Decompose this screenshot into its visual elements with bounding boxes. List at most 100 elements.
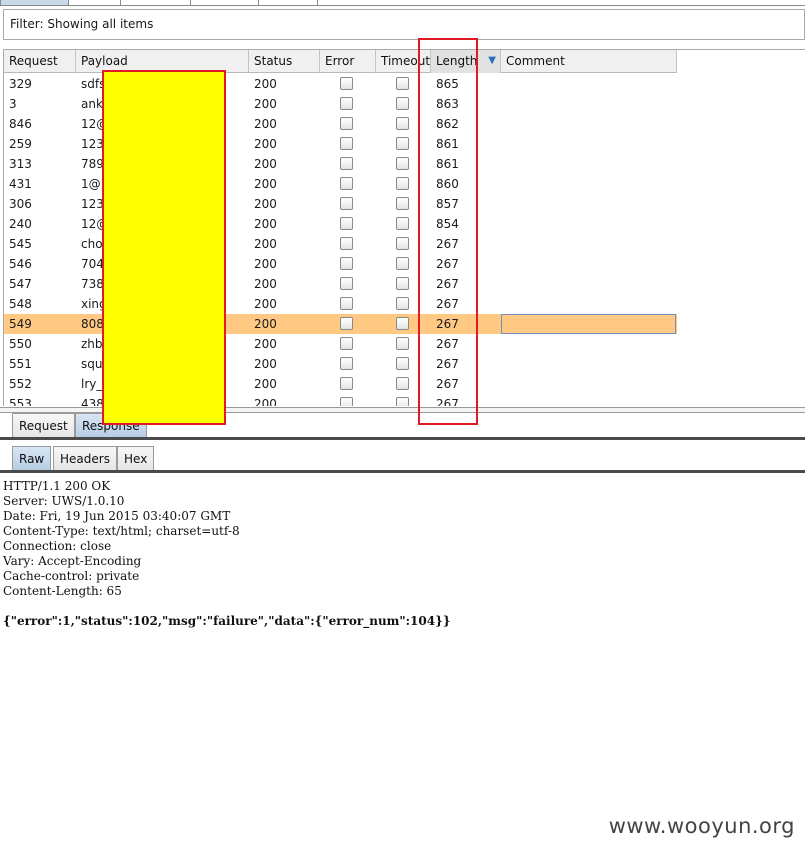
request-cell: 546: [9, 257, 32, 271]
response-header-line: Content-Length: 65: [3, 584, 122, 598]
column-header-status[interactable]: Status: [249, 50, 320, 73]
response-header-line: Content-Type: text/html; charset=utf-8: [3, 524, 240, 538]
error-checkbox[interactable]: [340, 377, 353, 390]
timeout-checkbox[interactable]: [396, 197, 409, 210]
error-checkbox[interactable]: [340, 397, 353, 406]
top-tab-stub[interactable]: [190, 0, 258, 5]
tab-raw[interactable]: Raw: [12, 446, 52, 470]
top-tab-stub[interactable]: [68, 0, 120, 5]
timeout-checkbox[interactable]: [396, 397, 409, 406]
column-label: Payload: [81, 54, 128, 68]
top-tab-stub[interactable]: [258, 0, 318, 5]
response-header-line: Date: Fri, 19 Jun 2015 03:40:07 GMT: [3, 509, 231, 523]
timeout-checkbox[interactable]: [396, 337, 409, 350]
status-cell: 200: [254, 357, 277, 371]
timeout-checkbox[interactable]: [396, 377, 409, 390]
error-checkbox[interactable]: [340, 277, 353, 290]
request-cell: 553: [9, 397, 32, 406]
status-cell: 200: [254, 257, 277, 271]
response-header-line: HTTP/1.1 200 OK: [3, 479, 111, 493]
status-cell: 200: [254, 137, 277, 151]
request-cell: 306: [9, 197, 32, 211]
request-cell: 547: [9, 277, 32, 291]
error-checkbox[interactable]: [340, 297, 353, 310]
status-cell: 200: [254, 377, 277, 391]
error-checkbox[interactable]: [340, 197, 353, 210]
status-cell: 200: [254, 217, 277, 231]
error-checkbox[interactable]: [340, 257, 353, 270]
response-header-line: Vary: Accept-Encoding: [3, 554, 142, 568]
column-label: Comment: [506, 54, 565, 68]
error-checkbox[interactable]: [340, 317, 353, 330]
timeout-checkbox[interactable]: [396, 157, 409, 170]
timeout-checkbox[interactable]: [396, 117, 409, 130]
response-header-line: Server: UWS/1.0.10: [3, 494, 125, 508]
status-cell: 200: [254, 177, 277, 191]
timeout-checkbox[interactable]: [396, 237, 409, 250]
tab-label: Raw: [19, 452, 45, 466]
timeout-checkbox[interactable]: [396, 317, 409, 330]
timeout-checkbox[interactable]: [396, 257, 409, 270]
request-cell: 3: [9, 97, 17, 111]
status-cell: 200: [254, 397, 277, 406]
error-checkbox[interactable]: [340, 117, 353, 130]
tab-label: Headers: [60, 452, 110, 466]
timeout-checkbox[interactable]: [396, 97, 409, 110]
raw-response-view[interactable]: HTTP/1.1 200 OK Server: UWS/1.0.10 Date: F…: [0, 476, 805, 852]
timeout-checkbox[interactable]: [396, 77, 409, 90]
request-cell: 240: [9, 217, 32, 231]
error-checkbox[interactable]: [340, 177, 353, 190]
length-column-highlight: [418, 38, 478, 425]
error-checkbox[interactable]: [340, 337, 353, 350]
tab-baseline: [0, 470, 805, 473]
status-cell: 200: [254, 237, 277, 251]
request-cell: 549: [9, 317, 32, 331]
timeout-checkbox[interactable]: [396, 137, 409, 150]
error-checkbox[interactable]: [340, 137, 353, 150]
status-cell: 200: [254, 157, 277, 171]
filter-bar[interactable]: Filter: Showing all items: [3, 9, 805, 40]
status-cell: 200: [254, 317, 277, 331]
error-checkbox[interactable]: [340, 217, 353, 230]
payload-redaction-box: [102, 70, 226, 425]
comment-editor[interactable]: [501, 314, 676, 334]
watermark: www.wooyun.org: [608, 814, 795, 838]
tab-hex[interactable]: Hex: [117, 446, 155, 470]
request-cell: 551: [9, 357, 32, 371]
timeout-checkbox[interactable]: [396, 297, 409, 310]
tab-request[interactable]: Request: [12, 413, 75, 437]
status-cell: 200: [254, 77, 277, 91]
top-tab-stub[interactable]: [120, 0, 190, 5]
request-cell: 552: [9, 377, 32, 391]
request-cell: 313: [9, 157, 32, 171]
status-cell: 200: [254, 117, 277, 131]
column-header-comment[interactable]: Comment: [501, 50, 677, 73]
error-checkbox[interactable]: [340, 77, 353, 90]
timeout-checkbox[interactable]: [396, 217, 409, 230]
status-cell: 200: [254, 197, 277, 211]
column-label: Error: [325, 54, 355, 68]
error-checkbox[interactable]: [340, 157, 353, 170]
request-cell: 846: [9, 117, 32, 131]
tab-label: Hex: [124, 452, 148, 466]
sort-descending-icon: ▼: [488, 55, 496, 66]
column-label: Status: [254, 54, 293, 68]
response-header-line: Connection: close: [3, 539, 112, 553]
response-header-line: Cache-control: private: [3, 569, 140, 583]
column-header-error[interactable]: Error: [320, 50, 376, 73]
status-cell: 200: [254, 337, 277, 351]
request-cell: 329: [9, 77, 32, 91]
top-tab-strip: [0, 0, 805, 6]
column-label: Request: [9, 54, 58, 68]
top-tab-stub[interactable]: [0, 0, 68, 5]
column-header-request[interactable]: Request: [4, 50, 76, 73]
error-checkbox[interactable]: [340, 97, 353, 110]
request-cell: 548: [9, 297, 32, 311]
tab-headers[interactable]: Headers: [53, 446, 117, 470]
error-checkbox[interactable]: [340, 237, 353, 250]
timeout-checkbox[interactable]: [396, 357, 409, 370]
timeout-checkbox[interactable]: [396, 277, 409, 290]
error-checkbox[interactable]: [340, 357, 353, 370]
timeout-checkbox[interactable]: [396, 177, 409, 190]
response-body-line: {"error":1,"status":102,"msg":"failure",…: [3, 614, 451, 628]
